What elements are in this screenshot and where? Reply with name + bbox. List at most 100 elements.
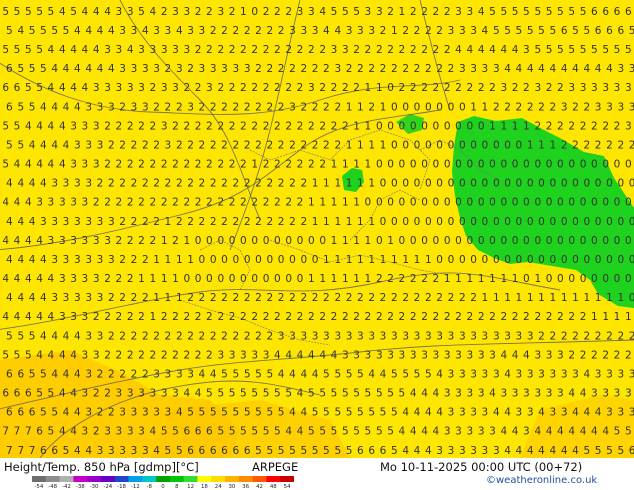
temp-value: 2: [149, 197, 156, 209]
forecast-map[interactable]: 5555545444335423322321022233455533212222…: [0, 0, 634, 458]
temp-value: 4: [414, 445, 421, 457]
temp-value: 4: [25, 235, 32, 247]
temp-value: 0: [436, 216, 443, 228]
temp-value: 2: [368, 292, 375, 304]
temp-value: 0: [614, 235, 621, 247]
temp-value: 2: [300, 292, 307, 304]
temp-value: 2: [255, 63, 262, 75]
temp-value: 3: [387, 349, 394, 361]
temp-value: 3: [482, 63, 489, 75]
temp-value: 2: [229, 197, 236, 209]
temp-value: 0: [466, 235, 473, 247]
temp-value: 0: [380, 216, 387, 228]
temp-value: 4: [93, 44, 100, 56]
temp-value: 0: [455, 197, 462, 209]
temp-value: 2: [583, 101, 590, 113]
temp-value: 4: [40, 101, 47, 113]
temp-value: 2: [172, 349, 179, 361]
temp-value: 3: [376, 6, 383, 18]
temp-value: 0: [240, 235, 247, 247]
temp-value: 4: [25, 120, 32, 132]
temp-value: 0: [561, 178, 568, 190]
temp-value: 4: [538, 445, 545, 457]
colorbar-swatch: [73, 476, 88, 482]
temp-value: 2: [500, 311, 507, 323]
temp-value: 0: [251, 6, 258, 18]
temp-value: 2: [119, 216, 126, 228]
temp-value: 0: [478, 120, 485, 132]
temp-value: 1: [312, 216, 319, 228]
temp-value: 2: [444, 44, 451, 56]
temp-value: 6: [6, 101, 13, 113]
temp-value: 2: [142, 254, 149, 266]
temp-value: 2: [421, 273, 428, 285]
temp-value: 2: [153, 178, 160, 190]
temp-value: 6: [195, 426, 202, 438]
temp-value: 3: [119, 445, 126, 457]
valid-time: Mo 10-11-2025 00:00 UTC (00+72): [380, 460, 583, 474]
temp-value: 0: [459, 140, 466, 152]
temp-value: 2: [466, 311, 473, 323]
temp-value: 0: [580, 273, 587, 285]
temp-value: 1: [617, 292, 624, 304]
temp-value: 0: [402, 101, 409, 113]
temp-value: 2: [244, 140, 251, 152]
map-panel[interactable]: 5555545444335423322321022233455533212222…: [0, 0, 634, 458]
temp-value: 0: [516, 178, 523, 190]
temp-value: 2: [550, 330, 557, 342]
temp-value: 2: [319, 311, 326, 323]
temp-value: 6: [25, 388, 32, 400]
temp-value: 2: [97, 369, 104, 381]
temp-value: 0: [538, 254, 545, 266]
temp-value: 3: [625, 120, 632, 132]
temp-value: 2: [217, 120, 224, 132]
temp-value: 2: [289, 63, 296, 75]
temp-value: 3: [595, 101, 602, 113]
temp-value: 3: [70, 273, 77, 285]
temp-value: 0: [387, 82, 394, 94]
temp-value: 3: [500, 82, 507, 94]
temp-value: 3: [455, 426, 462, 438]
temp-value: 3: [289, 25, 296, 37]
temp-value: 2: [376, 311, 383, 323]
temp-value: 1: [489, 120, 496, 132]
temp-value: 3: [51, 292, 58, 304]
temp-value: 2: [365, 44, 372, 56]
temp-value: 2: [138, 197, 145, 209]
temp-value: 2: [240, 120, 247, 132]
temp-value: 0: [534, 197, 541, 209]
temp-value: 2: [436, 292, 443, 304]
temp-value: 4: [74, 63, 81, 75]
temp-value: 3: [51, 178, 58, 190]
temp-value: 5: [331, 6, 338, 18]
temp-value: 0: [482, 216, 489, 228]
temp-value: 0: [614, 197, 621, 209]
temp-value: 1: [365, 82, 372, 94]
temp-value: 2: [161, 197, 168, 209]
temp-value: 4: [274, 349, 281, 361]
temp-value: 4: [489, 388, 496, 400]
temp-value: 1: [500, 273, 507, 285]
temp-value: 3: [500, 388, 507, 400]
temp-value: 2: [331, 82, 338, 94]
temp-value: 3: [482, 330, 489, 342]
temp-value: 2: [323, 140, 330, 152]
temp-value: 2: [297, 159, 304, 171]
temp-value: 5: [516, 25, 523, 37]
colorbar-swatch: [183, 476, 198, 482]
colorbar-tick-label: -42: [62, 484, 71, 488]
temp-value: 3: [376, 349, 383, 361]
temp-value: 3: [59, 273, 66, 285]
temp-value: 5: [161, 426, 168, 438]
temp-value: 3: [138, 82, 145, 94]
temp-value: 3: [459, 330, 466, 342]
temp-value: 2: [221, 101, 228, 113]
temp-value: 1: [353, 197, 360, 209]
temp-value: 3: [116, 44, 123, 56]
colorbar-swatch: [87, 476, 102, 482]
temp-value: 1: [187, 254, 194, 266]
temp-value: 5: [25, 82, 32, 94]
temp-value: 0: [448, 254, 455, 266]
temp-value: 0: [410, 120, 417, 132]
temp-value: 2: [380, 292, 387, 304]
